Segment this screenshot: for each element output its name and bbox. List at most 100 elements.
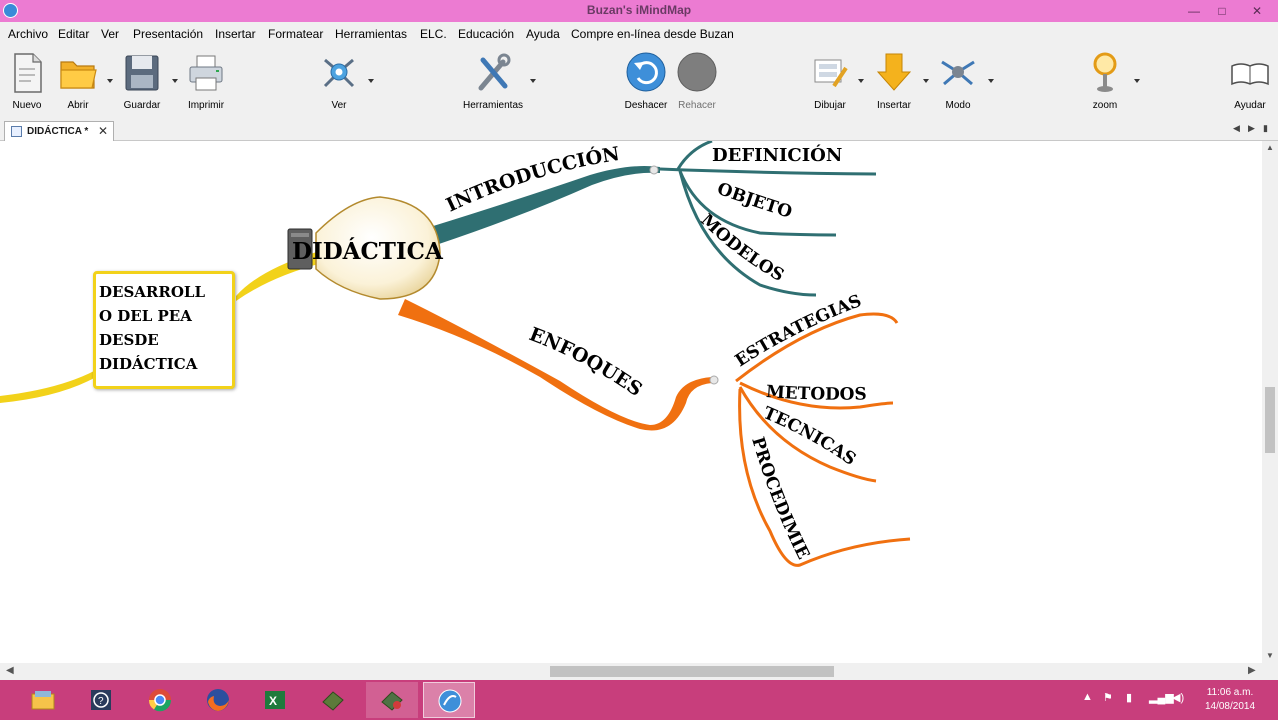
minimize-button[interactable]: —	[1184, 3, 1204, 19]
menu-ver[interactable]: Ver	[101, 27, 119, 41]
enfoques-junction	[709, 375, 719, 385]
taskbar-firefox[interactable]	[192, 682, 244, 718]
scroll-up-icon[interactable]: ▲	[1266, 143, 1274, 152]
redo-icon	[677, 52, 717, 92]
label-enfoques[interactable]: ENFOQUES	[526, 323, 646, 401]
network-signal-icon[interactable]: ▂▄▆	[1149, 691, 1174, 704]
tray-expand-icon[interactable]: ▲	[1082, 691, 1093, 703]
zoom-dropdown-icon[interactable]	[1134, 79, 1140, 83]
menu-insertar[interactable]: Insertar	[215, 27, 256, 41]
taskbar-imindmap-print[interactable]	[366, 682, 418, 718]
new-document-icon	[14, 53, 42, 93]
scroll-left-icon[interactable]: ◀	[6, 665, 14, 676]
label-tecnicas[interactable]: TECNICAS	[760, 403, 859, 470]
tab-label: DIDÁCTICA *	[27, 126, 89, 137]
rehacer-label: Rehacer	[678, 100, 716, 111]
taskbar-help[interactable]: ?	[75, 682, 127, 718]
intro-subbranch-top	[676, 141, 713, 170]
guardar-dropdown-icon[interactable]	[172, 79, 178, 83]
tab-scroll-right-icon[interactable]: ▶	[1248, 123, 1255, 134]
abrir-button[interactable]: Abrir	[58, 46, 98, 118]
zoom-button[interactable]: zoom	[1085, 46, 1125, 118]
menu-bar: Archivo Editar Ver Presentación Insertar…	[0, 22, 1278, 46]
menu-formatear[interactable]: Formatear	[268, 27, 323, 41]
label-definicion-text: DEFINICIÓN	[712, 143, 842, 166]
dibujar-button[interactable]: Dibujar	[810, 46, 850, 118]
bulb-base-stripe	[291, 233, 309, 237]
taskbar-clock[interactable]: 11:06 a.m. 14/08/2014	[1188, 686, 1272, 714]
guardar-button[interactable]: Guardar	[122, 46, 162, 118]
label-tecnicas-text: TECNICAS	[760, 403, 859, 470]
horizontal-scroll-thumb[interactable]	[550, 666, 834, 677]
label-definicion[interactable]: DEFINICIÓN	[712, 143, 842, 166]
menu-elc[interactable]: ELC.	[420, 27, 447, 41]
menu-herramientas[interactable]: Herramientas	[335, 27, 407, 41]
horizontal-scrollbar[interactable]: ◀ ▶	[0, 663, 1262, 680]
draw-icon	[814, 59, 848, 88]
dibujar-dropdown-icon[interactable]	[858, 79, 864, 83]
label-estrategias[interactable]: ESTRATEGIAS	[732, 291, 865, 371]
volume-icon[interactable]: ◀)	[1172, 691, 1184, 704]
svg-text:?: ?	[98, 696, 104, 707]
taskbar-imindmap[interactable]	[423, 682, 475, 718]
vertical-scrollbar[interactable]: ▲ ▼	[1262, 141, 1278, 663]
excel-icon: X	[265, 691, 285, 709]
close-button[interactable]: ✕	[1242, 3, 1272, 19]
mindmap-svg: DIDÁCTICA INTRODUCCIÓN DEFINICIÓN OBJETO…	[0, 141, 911, 567]
taskbar-file-explorer[interactable]	[17, 682, 69, 718]
power-icon[interactable]: ▮	[1126, 691, 1132, 704]
printer-icon	[189, 55, 223, 91]
svg-text:X: X	[269, 694, 277, 708]
flag-icon[interactable]: ⚑	[1103, 691, 1113, 704]
taskbar-imindmap-green[interactable]	[307, 682, 359, 718]
label-metodos[interactable]: METODOS	[765, 382, 866, 405]
taskbar-chrome[interactable]	[134, 682, 186, 718]
menu-presentacion[interactable]: Presentación	[133, 27, 203, 41]
scrollbar-corner	[1262, 663, 1278, 680]
central-topic[interactable]: DIDÁCTICA	[292, 238, 444, 265]
ver-button[interactable]: Ver	[319, 46, 359, 118]
modo-button[interactable]: Modo	[938, 46, 978, 118]
label-objeto-text: OBJETO	[714, 179, 794, 223]
tab-list-icon[interactable]: ▮	[1263, 123, 1268, 134]
ver-dropdown-icon[interactable]	[368, 79, 374, 83]
imprimir-button[interactable]: Imprimir	[186, 46, 226, 118]
tab-scroll-left-icon[interactable]: ◀	[1233, 123, 1240, 134]
insertar-button[interactable]: Insertar	[874, 46, 914, 118]
label-estrategias-text: ESTRATEGIAS	[732, 291, 865, 371]
ayuda-button[interactable]: Ayudar	[1230, 46, 1270, 118]
menu-archivo[interactable]: Archivo	[8, 27, 48, 41]
taskbar-excel[interactable]: X	[249, 682, 301, 718]
imindmap-print-icon	[381, 691, 403, 711]
herramientas-label: Herramientas	[462, 100, 524, 111]
menu-compre[interactable]: Compre en-línea desde Buzan	[571, 27, 734, 41]
tools-icon	[478, 53, 511, 91]
menu-editar[interactable]: Editar	[58, 27, 89, 41]
ver-label: Ver	[331, 100, 347, 111]
chrome-icon	[148, 689, 172, 712]
modo-dropdown-icon[interactable]	[988, 79, 994, 83]
rehacer-button: Rehacer	[676, 46, 718, 118]
toolbar: Nuevo Abrir Guardar Imprimir Ver Herrami…	[0, 46, 1278, 120]
tab-close-icon[interactable]: ✕	[98, 124, 108, 138]
vertical-scroll-thumb[interactable]	[1265, 387, 1275, 453]
herramientas-dropdown-icon[interactable]	[530, 79, 536, 83]
document-tab-strip: DIDÁCTICA * ✕ ◀ ▶ ▮	[0, 120, 1278, 141]
firefox-icon	[207, 689, 229, 711]
mindmap-canvas[interactable]: DIDÁCTICA INTRODUCCIÓN DEFINICIÓN OBJETO…	[0, 141, 1262, 663]
label-objeto[interactable]: OBJETO	[714, 179, 794, 223]
menu-educacion[interactable]: Educación	[458, 27, 514, 41]
insertar-dropdown-icon[interactable]	[923, 79, 929, 83]
imindmap-window: Buzan's iMindMap — □ ✕ Archivo Editar Ve…	[0, 0, 1278, 720]
scroll-down-icon[interactable]: ▼	[1266, 651, 1274, 660]
tab-didactica[interactable]: DIDÁCTICA * ✕	[4, 121, 114, 141]
herramientas-button[interactable]: Herramientas	[463, 46, 523, 118]
left-node-box[interactable]: DESARROLL O DEL PEA DESDE DIDÁCTICA	[93, 271, 235, 389]
left-branch	[0, 370, 96, 403]
abrir-dropdown-icon[interactable]	[107, 79, 113, 83]
menu-ayuda[interactable]: Ayuda	[526, 27, 560, 41]
clock-date: 14/08/2014	[1204, 701, 1256, 712]
insert-arrow-icon	[876, 53, 912, 91]
scroll-right-icon[interactable]: ▶	[1248, 665, 1256, 676]
maximize-button[interactable]: □	[1212, 3, 1232, 19]
